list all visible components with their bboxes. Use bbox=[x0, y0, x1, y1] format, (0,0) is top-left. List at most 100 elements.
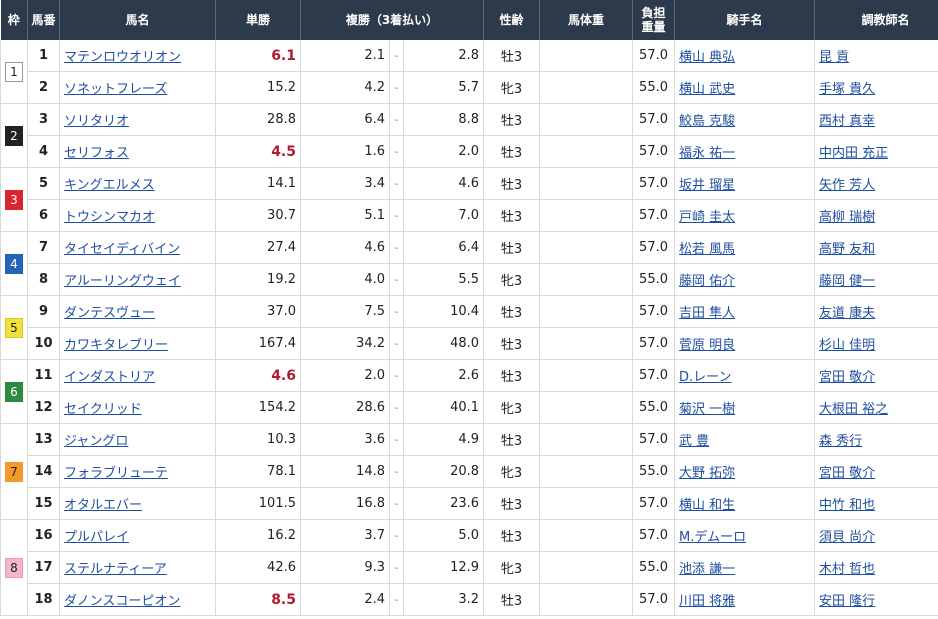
win-odds: 78.1 bbox=[215, 455, 301, 488]
trainer-name-link[interactable]: 藤岡 健一 bbox=[819, 274, 875, 289]
jockey-name-link[interactable]: 川田 将雅 bbox=[679, 594, 735, 609]
jockey-name-link[interactable]: 戸崎 圭太 bbox=[679, 210, 735, 225]
trainer-name-link[interactable]: 高柳 瑞樹 bbox=[819, 210, 875, 225]
jockey-name-cell: 松若 風馬 bbox=[674, 231, 816, 264]
place-odds-min: 6.4 bbox=[300, 103, 390, 136]
sex-age: 牡3 bbox=[483, 135, 541, 168]
jockey-name-link[interactable]: 大野 拓弥 bbox=[679, 466, 735, 481]
header-umaban: 馬番 bbox=[27, 0, 60, 40]
burden-weight: 57.0 bbox=[632, 295, 676, 328]
horse-name-cell: カワキタレブリー bbox=[59, 327, 216, 360]
horse-name-cell: ダノンスコーピオン bbox=[59, 583, 216, 616]
trainer-name-cell: 大根田 裕之 bbox=[814, 391, 938, 424]
trainer-name-cell: 昆 貢 bbox=[814, 40, 938, 72]
burden-weight: 55.0 bbox=[632, 263, 676, 296]
jockey-name-link[interactable]: 吉田 隼人 bbox=[679, 306, 735, 321]
trainer-name-link[interactable]: 手塚 貴久 bbox=[819, 82, 875, 97]
trainer-name-cell: 中竹 和也 bbox=[814, 487, 938, 520]
horse-weight bbox=[539, 551, 634, 584]
place-odds-max: 10.4 bbox=[403, 295, 485, 328]
jockey-name-cell: 大野 拓弥 bbox=[674, 455, 816, 488]
horse-name-link[interactable]: ソリタリオ bbox=[64, 114, 129, 129]
horse-name-link[interactable]: ジャングロ bbox=[64, 434, 128, 449]
horse-weight bbox=[539, 295, 634, 328]
horse-number: 3 bbox=[27, 103, 60, 136]
burden-weight: 57.0 bbox=[632, 199, 676, 232]
table-row: 17 ステルナティーア 42.6 9.3-12.9 牝3 55.0 池添 謙一 木村 哲也 bbox=[1, 551, 938, 584]
win-odds: 101.5 bbox=[215, 487, 301, 520]
horse-name-link[interactable]: マテンロウオリオン bbox=[64, 50, 181, 65]
horse-name-link[interactable]: タイセイディバイン bbox=[64, 242, 180, 257]
trainer-name-link[interactable]: 矢作 芳人 bbox=[819, 178, 875, 193]
trainer-name-link[interactable]: 西村 真幸 bbox=[819, 114, 875, 129]
jockey-name-link[interactable]: 菅原 明良 bbox=[679, 338, 735, 353]
horse-name-link[interactable]: ステルナティーア bbox=[64, 562, 167, 577]
trainer-name-link[interactable]: 昆 貢 bbox=[819, 50, 849, 65]
jockey-name-link[interactable]: 藤岡 佑介 bbox=[679, 274, 735, 289]
trainer-name-link[interactable]: 中竹 和也 bbox=[819, 498, 875, 513]
trainer-name-link[interactable]: 中内田 充正 bbox=[819, 146, 888, 161]
horse-name-link[interactable]: キングエルメス bbox=[64, 178, 155, 193]
horse-weight bbox=[539, 40, 634, 72]
jockey-name-link[interactable]: 横山 典弘 bbox=[679, 50, 735, 65]
jockey-name-link[interactable]: 福永 祐一 bbox=[679, 146, 735, 161]
win-odds: 19.2 bbox=[215, 263, 301, 296]
trainer-name-link[interactable]: 宮田 敬介 bbox=[819, 466, 875, 481]
trainer-name-link[interactable]: 宮田 敬介 bbox=[819, 370, 875, 385]
trainer-name-link[interactable]: 安田 隆行 bbox=[819, 594, 875, 609]
trainer-name-cell: 木村 哲也 bbox=[814, 551, 938, 584]
horse-name-link[interactable]: ダノンスコーピオン bbox=[64, 594, 180, 609]
header-sex-age: 性齢 bbox=[483, 0, 541, 40]
win-odds: 167.4 bbox=[215, 327, 301, 360]
trainer-name-cell: 須貝 尚介 bbox=[814, 519, 938, 552]
horse-weight bbox=[539, 263, 634, 296]
table-row: 1 1 マテンロウオリオン 6.1 2.1-2.8 牡3 57.0 横山 典弘 昆 貢 bbox=[0, 40, 938, 104]
place-odds-min: 5.1 bbox=[300, 199, 390, 232]
win-odds: 154.2 bbox=[215, 391, 301, 424]
jockey-name-link[interactable]: 池添 謙一 bbox=[679, 562, 735, 577]
burden-weight: 55.0 bbox=[632, 455, 676, 488]
waku-badge: 2 bbox=[5, 125, 23, 146]
trainer-name-link[interactable]: 杉山 佳明 bbox=[819, 338, 875, 353]
jockey-name-cell: 川田 将雅 bbox=[674, 583, 816, 616]
header-waku: 枠 bbox=[0, 0, 28, 40]
horse-name-link[interactable]: インダストリア bbox=[64, 370, 155, 385]
header-burden-line2: 重量 bbox=[641, 20, 666, 34]
horse-name-cell: マテンロウオリオン bbox=[59, 40, 216, 72]
trainer-name-link[interactable]: 木村 哲也 bbox=[819, 562, 875, 577]
jockey-name-link[interactable]: 鮫島 克駿 bbox=[679, 114, 735, 129]
jockey-name-link[interactable]: 坂井 瑠星 bbox=[679, 178, 735, 193]
place-odds-min: 9.3 bbox=[300, 551, 390, 584]
jockey-name-link[interactable]: 菊沢 一樹 bbox=[679, 402, 735, 417]
burden-weight: 55.0 bbox=[632, 551, 676, 584]
jockey-name-link[interactable]: 松若 風馬 bbox=[679, 242, 735, 257]
trainer-name-link[interactable]: 高野 友和 bbox=[819, 242, 875, 257]
trainer-name-link[interactable]: 大根田 裕之 bbox=[819, 402, 888, 417]
horse-name-link[interactable]: プルパレイ bbox=[64, 530, 129, 545]
horse-name-link[interactable]: セイクリッド bbox=[64, 402, 142, 417]
jockey-name-link[interactable]: 武 豊 bbox=[679, 434, 709, 449]
jockey-name-link[interactable]: 横山 和生 bbox=[679, 498, 735, 513]
horse-number: 16 bbox=[27, 519, 60, 552]
horse-name-link[interactable]: ダンテスヴュー bbox=[64, 306, 155, 321]
jockey-name-link[interactable]: 横山 武史 bbox=[679, 82, 735, 97]
horse-name-link[interactable]: トウシンマカオ bbox=[64, 210, 155, 225]
burden-weight: 57.0 bbox=[632, 359, 676, 392]
place-odds-max: 40.1 bbox=[403, 391, 485, 424]
table-row: 18 ダノンスコーピオン 8.5 2.4-3.2 牡3 57.0 川田 将雅 安田 隆行 bbox=[1, 583, 938, 616]
horse-name-link[interactable]: カワキタレブリー bbox=[64, 338, 168, 353]
jockey-name-link[interactable]: D.レーン bbox=[679, 370, 732, 385]
horse-name-link[interactable]: セリフォス bbox=[64, 146, 129, 161]
horse-name-link[interactable]: オタルエバー bbox=[64, 498, 142, 513]
burden-weight: 57.0 bbox=[632, 40, 676, 72]
horse-name-link[interactable]: フォラブリューテ bbox=[64, 466, 168, 481]
trainer-name-link[interactable]: 友道 康夫 bbox=[819, 306, 875, 321]
trainer-name-link[interactable]: 須貝 尚介 bbox=[819, 530, 875, 545]
place-odds-separator: - bbox=[389, 295, 404, 328]
horse-name-link[interactable]: アルーリングウェイ bbox=[64, 274, 181, 289]
trainer-name-link[interactable]: 森 秀行 bbox=[819, 434, 862, 449]
sex-age: 牡3 bbox=[483, 231, 541, 264]
horse-weight bbox=[539, 327, 634, 360]
horse-name-link[interactable]: ソネットフレーズ bbox=[64, 82, 167, 97]
jockey-name-link[interactable]: M.デムーロ bbox=[679, 530, 746, 545]
